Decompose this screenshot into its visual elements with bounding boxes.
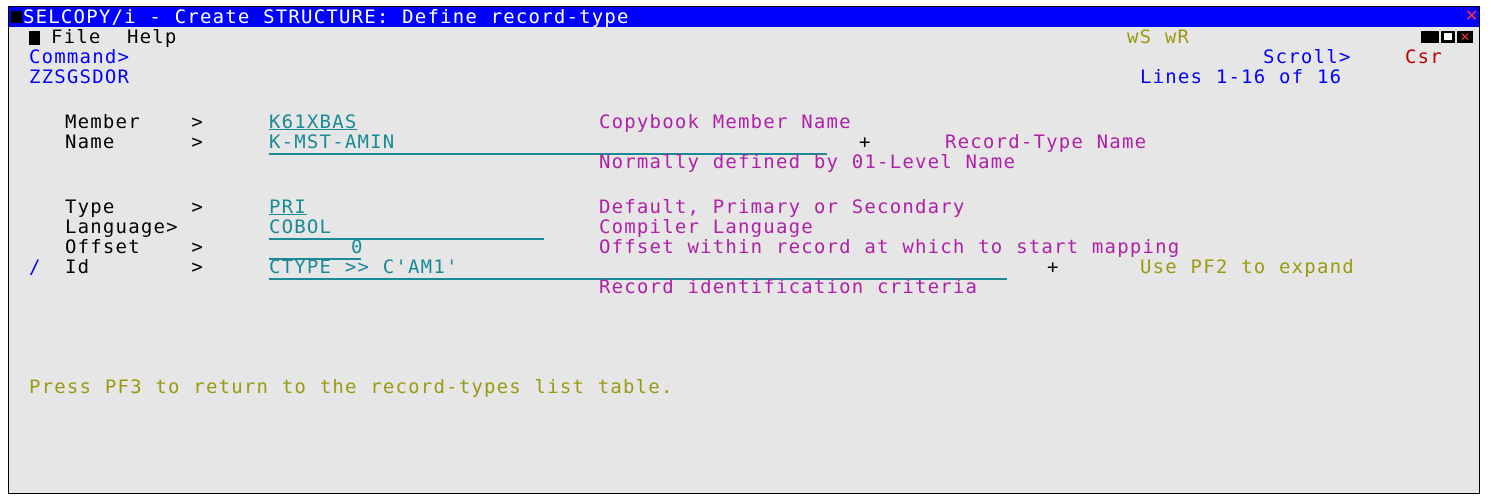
id-label: Id > [65, 256, 205, 278]
menu-cursor-block [29, 31, 40, 45]
close-icon[interactable]: ✕ [1457, 31, 1473, 43]
offset-input[interactable]: 0 [351, 237, 364, 257]
type-label: Type > [65, 196, 205, 218]
language-input[interactable]: COBOL [269, 217, 332, 237]
footer-message: Press PF3 to return to the record-types … [29, 376, 674, 398]
ws-wr-indicator[interactable]: wS wR [1127, 27, 1190, 47]
type-input[interactable]: PRI [269, 197, 307, 217]
command-label: Command> [29, 46, 131, 68]
name-input[interactable]: K-MST-AMIN [269, 132, 395, 152]
id-prompt-plus[interactable]: + [1047, 257, 1060, 277]
menu-help[interactable]: Help [127, 27, 178, 47]
id-expand-hint: Use PF2 to expand [1140, 256, 1355, 278]
name-description-2: Normally defined by 01-Level Name [599, 151, 1017, 173]
id-description: Record identification criteria [599, 276, 979, 298]
id-selection-prefix[interactable]: / [29, 257, 42, 277]
minimize-icon[interactable] [1421, 31, 1439, 43]
title-bar-cursor-block [11, 11, 22, 23]
scroll-label: Scroll> [1263, 46, 1352, 68]
id-input[interactable]: CTYPE >> C'AM1' [269, 257, 459, 277]
offset-description: Offset within record at which to start m… [599, 236, 1181, 258]
window-close-icon[interactable]: ✕ [1465, 8, 1478, 24]
member-description: Copybook Member Name [599, 111, 852, 133]
language-label: Language> [65, 216, 179, 238]
maximize-icon[interactable] [1441, 31, 1455, 43]
language-description: Compiler Language [599, 216, 814, 238]
lines-indicator: Lines 1-16 of 16 [1140, 66, 1343, 88]
name-description: Record-Type Name [945, 131, 1148, 153]
scroll-value[interactable]: Csr [1405, 47, 1443, 67]
member-input[interactable]: K61XBAS [269, 112, 357, 132]
member-label: Member > [65, 111, 205, 133]
language-input-underline [269, 238, 544, 240]
name-prompt-plus[interactable]: + [859, 132, 872, 152]
window-control-icons[interactable]: ✕ [1421, 31, 1473, 43]
terminal-screen: SELCOPY/i - Create STRUCTURE: Define rec… [8, 6, 1480, 494]
panel-id: ZZSGSDOR [29, 66, 131, 88]
type-description: Default, Primary or Secondary [599, 196, 966, 218]
menu-file[interactable]: File [51, 27, 102, 47]
name-label: Name > [65, 131, 205, 153]
window-title: SELCOPY/i - Create STRUCTURE: Define rec… [23, 6, 630, 28]
offset-label: Offset > [65, 236, 205, 258]
